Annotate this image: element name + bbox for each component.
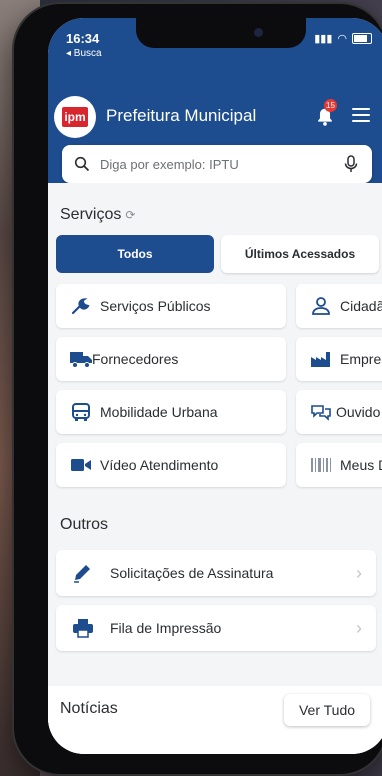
list-item-fila-impressao[interactable]: Fila de Impressão › — [56, 605, 376, 651]
ver-tudo-button[interactable]: Ver Tudo — [284, 694, 370, 726]
truck-icon — [70, 352, 92, 368]
menu-icon[interactable] — [352, 108, 370, 124]
service-label: Fornecedores — [92, 351, 179, 367]
camera-icon — [254, 28, 263, 37]
pen-icon — [74, 565, 90, 583]
list-item-solicitacoes-assinatura[interactable]: Solicitações de Assinatura › — [56, 550, 376, 596]
service-card-cidada[interactable]: Cidadã — [296, 284, 382, 328]
wrench-icon — [71, 298, 90, 315]
others-section-title: Outros — [60, 516, 109, 533]
service-label: Vídeo Atendimento — [100, 457, 219, 473]
notification-badge: 15 — [324, 99, 337, 112]
back-to-search-link[interactable]: ◂ Busca — [66, 48, 102, 59]
service-card-empresa[interactable]: Empre — [296, 337, 382, 381]
service-card-meus-dados[interactable]: Meus D — [296, 443, 382, 487]
status-icons: ▮▮▮ ◠ — [314, 32, 372, 45]
barcode-icon — [311, 458, 331, 472]
phone-frame: 16:34 ◂ Busca ▮▮▮ ◠ ipm Prefeitura Munic… — [14, 4, 382, 774]
chevron-right-icon: › — [356, 617, 362, 638]
service-card-ouvidoria[interactable]: Ouvido — [296, 390, 382, 434]
search-input[interactable]: Diga por exemplo: IPTU — [100, 157, 344, 172]
service-label: Mobilidade Urbana — [100, 404, 218, 420]
service-label: Empre — [340, 351, 382, 367]
notch — [136, 18, 306, 48]
app-screen: 16:34 ◂ Busca ▮▮▮ ◠ ipm Prefeitura Munic… — [48, 18, 382, 754]
chevron-right-icon: › — [356, 562, 362, 583]
service-card-video-atendimento[interactable]: Vídeo Atendimento — [56, 443, 286, 487]
news-section-title: Notícias — [60, 700, 118, 717]
logo: ipm — [54, 96, 96, 138]
factory-icon — [311, 352, 330, 367]
list-item-label: Fila de Impressão — [110, 620, 222, 636]
service-card-servicos-publicos[interactable]: Serviços Públicos — [56, 284, 286, 328]
refresh-icon[interactable]: ⟳ — [125, 208, 135, 222]
microphone-icon[interactable] — [344, 155, 358, 173]
search-icon — [74, 156, 90, 172]
chat-icon — [311, 405, 331, 421]
page-title: Prefeitura Municipal — [106, 106, 257, 125]
service-label: Cidadã — [340, 298, 382, 314]
service-label: Meus D — [340, 457, 382, 473]
service-card-fornecedores[interactable]: Fornecedores — [56, 337, 286, 381]
wifi-icon: ◠ — [337, 33, 347, 45]
status-time: 16:34 — [66, 31, 100, 46]
search-bar[interactable]: Diga por exemplo: IPTU — [62, 145, 372, 183]
tab-todos[interactable]: Todos — [56, 235, 214, 273]
bus-icon — [72, 403, 90, 421]
person-icon — [312, 297, 330, 315]
video-icon — [71, 459, 91, 471]
printer-icon — [73, 619, 93, 638]
service-card-mobilidade-urbana[interactable]: Mobilidade Urbana — [56, 390, 286, 434]
services-section-title: Serviços ⟳ — [60, 206, 135, 224]
service-label: Serviços Públicos — [100, 298, 211, 314]
service-label: Ouvido — [336, 404, 381, 420]
list-item-label: Solicitações de Assinatura — [110, 565, 274, 581]
logo-mark: ipm — [62, 107, 88, 127]
battery-icon — [352, 33, 372, 44]
signal-icon: ▮▮▮ — [314, 33, 333, 45]
services-title-label: Serviços — [60, 206, 122, 223]
tab-ultimos-acessados[interactable]: Últimos Acessados — [221, 235, 379, 273]
